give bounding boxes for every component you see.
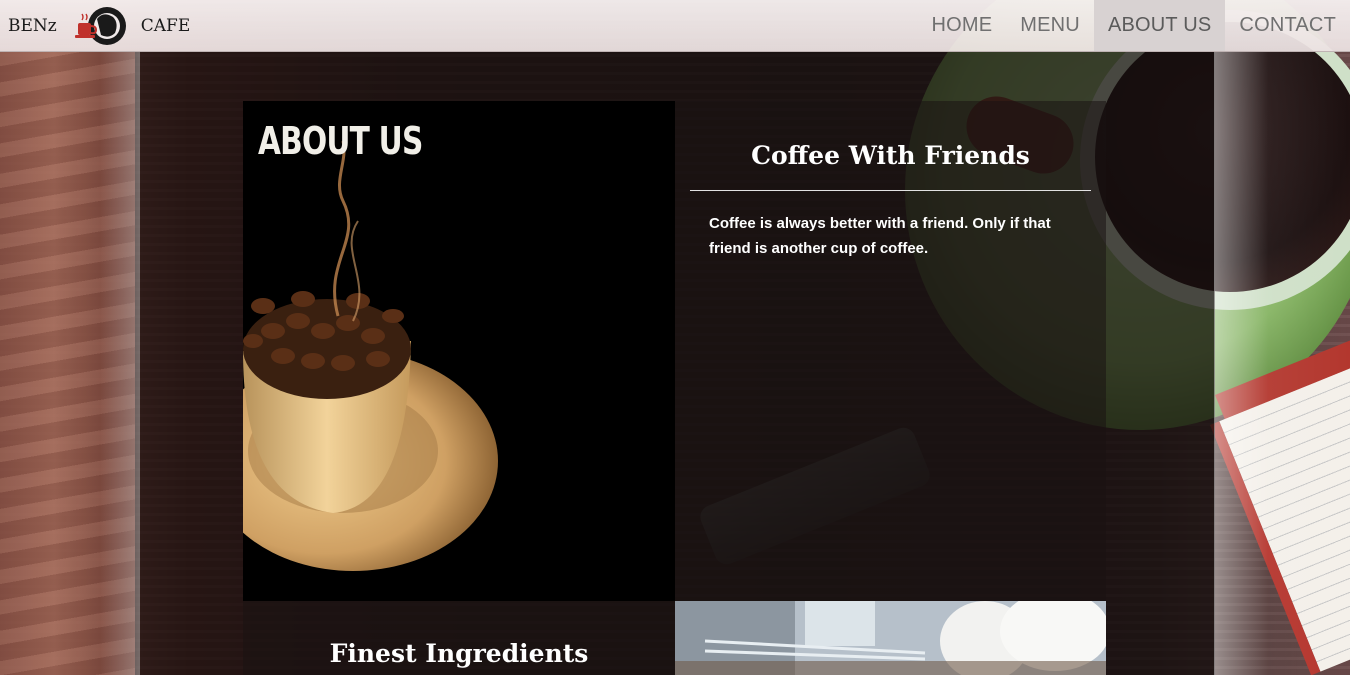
about-image-panel: ABOUT US (243, 101, 675, 601)
friends-divider (690, 190, 1091, 191)
coffee-with-friends-panel: Coffee With Friends Coffee is always bet… (675, 101, 1106, 601)
nav-item-about-us[interactable]: ABOUT US (1093, 0, 1226, 51)
table-setting-image (675, 601, 1106, 675)
coffee-logo-icon (74, 6, 126, 45)
ingredients-heading: Finest Ingredients (329, 639, 589, 668)
nav-item-home[interactable]: HOME (917, 0, 1006, 51)
left-haze (100, 52, 140, 675)
right-haze (1214, 52, 1350, 675)
main-nav: HOME MENU ABOUT US CONTACT (917, 0, 1350, 51)
finest-ingredients-panel: Finest Ingredients (243, 601, 675, 675)
glass-fork-cup-image (675, 601, 1106, 675)
navbar: BENz CAFE HOME MENU ABOUT US CONTACT (0, 0, 1350, 52)
brand-name-left: BENz (8, 15, 57, 36)
friends-heading: Coffee With Friends (751, 141, 1030, 170)
friends-body: Coffee is always better with a friend. O… (709, 215, 1051, 257)
brand-name-right: CAFE (140, 15, 191, 36)
about-title: ABOUT US (258, 119, 423, 163)
nav-item-menu[interactable]: MENU (1006, 0, 1094, 51)
brand-logo[interactable]: BENz CAFE (8, 0, 190, 51)
nav-item-contact[interactable]: CONTACT (1225, 0, 1350, 51)
coffee-beans-cup-image (243, 140, 498, 571)
